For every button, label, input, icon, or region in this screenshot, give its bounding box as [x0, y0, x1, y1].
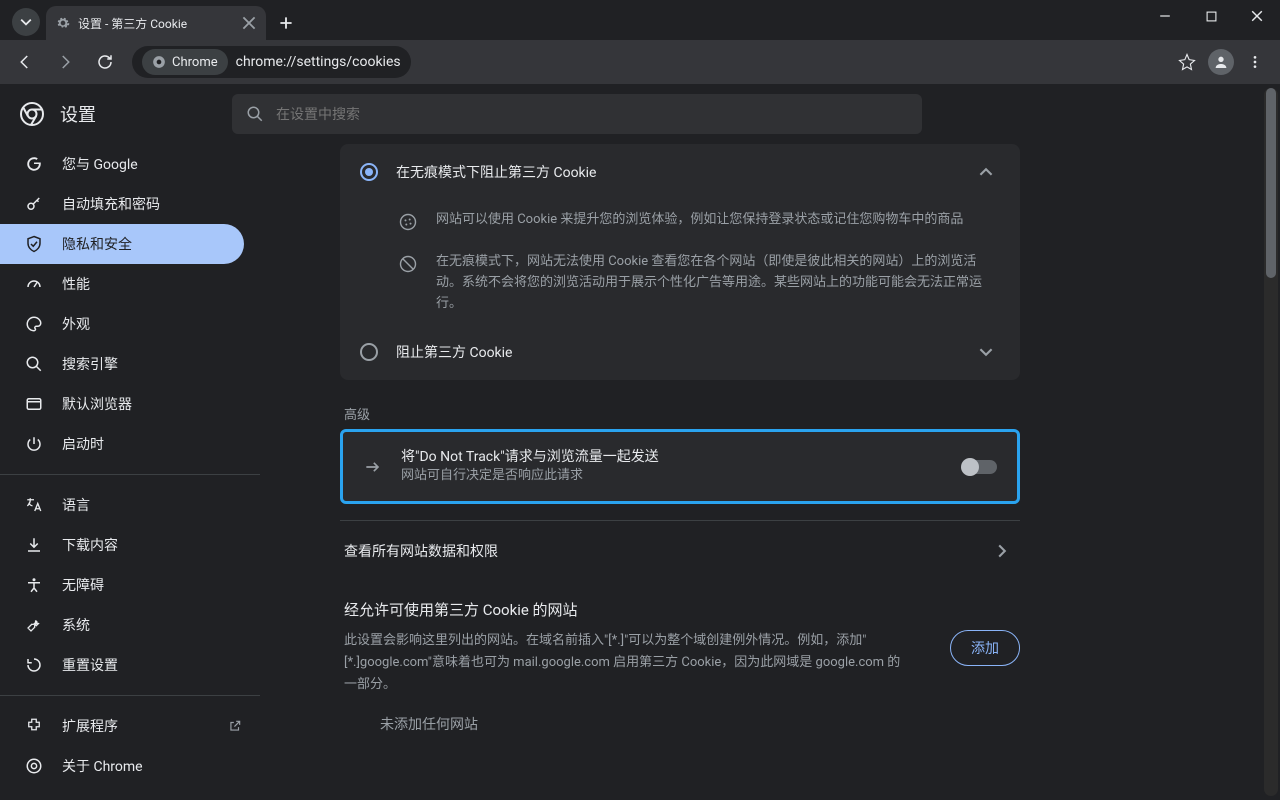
power-icon: [24, 434, 44, 454]
sidebar-item-privacy[interactable]: 隐私和安全: [0, 224, 244, 264]
option-block-incognito[interactable]: 在无痕模式下阻止第三方 Cookie: [340, 144, 1020, 200]
dnt-subtitle: 网站可自行决定是否响应此请求: [401, 466, 945, 487]
do-not-track-row[interactable]: 将"Do Not Track"请求与浏览流量一起发送 网站可自行决定是否响应此请…: [343, 432, 1017, 501]
close-icon[interactable]: [242, 16, 256, 30]
collapse-button[interactable]: [972, 158, 1000, 186]
download-icon: [24, 535, 44, 555]
sidebar-item-downloads[interactable]: 下载内容: [0, 525, 260, 565]
cookie-icon: [398, 212, 418, 232]
browser-toolbar: Chrome chrome://settings/cookies: [0, 40, 1280, 84]
dnt-title: 将"Do Not Track"请求与浏览流量一起发送: [401, 446, 945, 466]
chevron-down-icon: [20, 16, 32, 28]
app-title: 设置: [60, 101, 96, 127]
site-chip-label: Chrome: [172, 55, 218, 70]
tab-title: 设置 - 第三方 Cookie: [78, 15, 187, 32]
option-detail-1: 网站可以使用 Cookie 来提升您的浏览体验，例如让您保持登录状态或记住您购物…: [340, 200, 1020, 242]
option-detail-2: 在无痕模式下，网站无法使用 Cookie 查看您在各个网站（即使是彼此相关的网站…: [340, 242, 1020, 324]
wrench-icon: [24, 615, 44, 635]
settings-header: 设置: [0, 84, 1280, 144]
chevron-down-icon: [979, 345, 993, 359]
sidebar-item-you-and-google[interactable]: 您与 Google: [0, 144, 260, 184]
settings-sidebar: 您与 Google 自动填充和密码 隐私和安全 性能 外观 搜索引擎 默认浏览器…: [0, 84, 260, 800]
url-text: chrome://settings/cookies: [236, 54, 401, 70]
forward-button[interactable]: [48, 45, 82, 79]
accessibility-icon: [24, 575, 44, 595]
sidebar-item-default-browser[interactable]: 默认浏览器: [0, 384, 260, 424]
omnibox[interactable]: Chrome chrome://settings/cookies: [132, 46, 411, 78]
translate-icon: [24, 495, 44, 515]
site-chip[interactable]: Chrome: [142, 49, 228, 75]
chrome-icon: [152, 55, 166, 69]
sidebar-item-accessibility[interactable]: 无障碍: [0, 565, 260, 605]
vertical-scrollbar[interactable]: [1264, 88, 1278, 796]
menu-button[interactable]: [1238, 45, 1272, 79]
google-g-icon: [24, 154, 44, 174]
allowed-sites-title: 经允许可使用第三方 Cookie 的网站: [344, 599, 1016, 620]
key-icon: [24, 194, 44, 214]
advanced-label: 高级: [340, 396, 1020, 429]
reload-button[interactable]: [88, 45, 122, 79]
sidebar-item-reset[interactable]: 重置设置: [0, 645, 260, 685]
person-icon: [1213, 54, 1229, 70]
profile-button[interactable]: [1208, 49, 1234, 75]
window-controls: [1142, 0, 1280, 40]
dnt-toggle[interactable]: [963, 460, 997, 474]
titlebar: 设置 - 第三方 Cookie: [0, 0, 1280, 40]
bookmark-button[interactable]: [1170, 45, 1204, 79]
do-not-track-card: 将"Do Not Track"请求与浏览流量一起发送 网站可自行决定是否响应此请…: [340, 429, 1020, 504]
speedometer-icon: [24, 274, 44, 294]
minimize-button[interactable]: [1142, 0, 1188, 32]
reset-icon: [24, 655, 44, 675]
close-window-button[interactable]: [1234, 0, 1280, 32]
browser-tab[interactable]: 设置 - 第三方 Cookie: [46, 6, 266, 40]
send-icon: [363, 457, 383, 477]
browser-icon: [24, 394, 44, 414]
allowed-sites-desc: 此设置会影响这里列出的网站。在域名前插入"[*.]"可以为整个域创建例外情况。例…: [344, 630, 904, 696]
radio-selected-icon[interactable]: [360, 163, 378, 181]
sidebar-item-about[interactable]: 关于 Chrome: [0, 746, 260, 786]
empty-list-text: 未添加任何网站: [340, 696, 1020, 744]
plus-icon: [279, 16, 293, 30]
chrome-icon: [24, 756, 44, 776]
search-icon: [246, 105, 264, 123]
tab-search-button[interactable]: [12, 8, 40, 36]
maximize-button[interactable]: [1188, 0, 1234, 32]
back-button[interactable]: [8, 45, 42, 79]
block-icon: [398, 254, 418, 274]
sidebar-item-on-startup[interactable]: 启动时: [0, 424, 260, 464]
cookie-options-card: 在无痕模式下阻止第三方 Cookie 网站可以使用 Cookie 来提升您的浏览…: [340, 144, 1020, 380]
radio-unselected-icon[interactable]: [360, 343, 378, 361]
allowed-sites-section: 经允许可使用第三方 Cookie 的网站 此设置会影响这里列出的网站。在域名前插…: [340, 581, 1020, 744]
shield-icon: [24, 234, 44, 254]
sidebar-item-autofill[interactable]: 自动填充和密码: [0, 184, 260, 224]
add-site-button[interactable]: 添加: [950, 630, 1020, 666]
expand-button[interactable]: [972, 338, 1000, 366]
settings-search-input[interactable]: [276, 106, 908, 122]
sidebar-item-search-engine[interactable]: 搜索引擎: [0, 344, 260, 384]
chrome-logo-icon: [20, 102, 44, 126]
gear-icon: [56, 16, 70, 30]
new-tab-button[interactable]: [272, 9, 300, 37]
chevron-up-icon: [979, 165, 993, 179]
kebab-icon: [1247, 54, 1263, 70]
sidebar-item-extensions[interactable]: 扩展程序: [0, 706, 260, 746]
settings-content: 在无痕模式下阻止第三方 Cookie 网站可以使用 Cookie 来提升您的浏览…: [260, 84, 1280, 800]
search-icon: [24, 354, 44, 374]
view-all-site-data-row[interactable]: 查看所有网站数据和权限: [340, 520, 1020, 581]
option-block-all-third-party[interactable]: 阻止第三方 Cookie: [340, 324, 1020, 380]
sidebar-item-performance[interactable]: 性能: [0, 264, 260, 304]
tab-strip: 设置 - 第三方 Cookie: [0, 0, 300, 40]
sidebar-item-appearance[interactable]: 外观: [0, 304, 260, 344]
chevron-right-icon: [988, 537, 1016, 565]
extension-icon: [24, 716, 44, 736]
sidebar-item-system[interactable]: 系统: [0, 605, 260, 645]
sidebar-item-languages[interactable]: 语言: [0, 485, 260, 525]
external-link-icon: [228, 719, 242, 733]
paint-icon: [24, 314, 44, 334]
settings-search[interactable]: [232, 94, 922, 134]
